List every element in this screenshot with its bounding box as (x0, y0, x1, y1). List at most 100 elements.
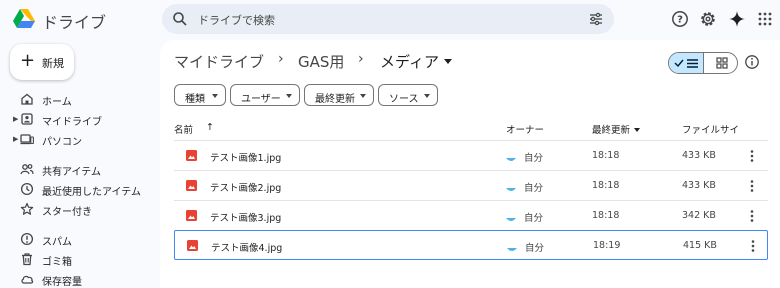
sidebar-item-computers[interactable]: ▶ パソコン (0, 130, 160, 150)
sidebar-item-label: 保存容量 (42, 277, 82, 288)
shared-icon (20, 164, 34, 175)
list-view-button[interactable] (669, 53, 704, 73)
column-header-owner[interactable]: オーナー (506, 122, 544, 136)
sidebar-item-spam[interactable]: スパム (0, 230, 160, 250)
sidebar-item-label: ゴミ箱 (42, 257, 72, 268)
plus-icon: + (20, 50, 36, 71)
settings-icon[interactable] (699, 10, 717, 28)
breadcrumb-item-gas[interactable]: GAS用 (298, 51, 344, 72)
sidebar-item-my-drive[interactable]: ▶ マイドライブ (0, 110, 160, 130)
filter-chip-label: ユーザー (241, 94, 281, 105)
filter-chip-label: 種類 (185, 94, 205, 105)
owner-avatar-icon (507, 248, 517, 251)
list-view-check-icon (674, 59, 698, 68)
more-actions-icon[interactable] (746, 149, 758, 163)
search-input[interactable]: ドライブで検索 (198, 12, 275, 28)
cloud-icon (21, 275, 34, 284)
sort-arrow-icon[interactable]: ↑ (206, 122, 214, 133)
sidebar-item-starred[interactable]: スター付き (0, 200, 160, 220)
file-modified: 18:18 (592, 150, 620, 161)
chevron-down-icon (212, 94, 218, 98)
grid-view-icon (716, 57, 728, 69)
drive-logo-icon[interactable] (12, 7, 36, 31)
column-header-modified-label: 最終更新 (592, 125, 631, 136)
expand-arrow-icon[interactable]: ▶ (13, 115, 18, 123)
new-button-label: 新規 (42, 57, 64, 70)
info-icon[interactable] (744, 54, 760, 70)
top-bar: ドライブ ドライブで検索 ? (0, 0, 780, 40)
table-row[interactable]: テスト画像2.jpg 自分 18:18 433 KB (174, 170, 768, 200)
sidebar-item-label: パソコン (42, 137, 82, 148)
sidebar-item-trash[interactable]: ゴミ箱 (0, 250, 160, 270)
search-icon[interactable] (172, 11, 188, 27)
spam-icon (20, 232, 34, 246)
file-size: 433 KB (682, 150, 716, 161)
table-row-selected[interactable]: テスト画像4.jpg 自分 18:19 415 KB (174, 230, 768, 260)
filter-chip-label: ソース (389, 94, 419, 105)
gemini-sparkle-icon[interactable] (728, 10, 746, 28)
app-title[interactable]: ドライブ (42, 9, 106, 33)
owner-avatar-icon (506, 158, 516, 161)
sidebar-item-home[interactable]: ホーム (0, 90, 160, 110)
sidebar-item-label: 共有アイテム (42, 167, 101, 178)
file-modified: 18:19 (593, 240, 621, 251)
owner-avatar-icon (506, 188, 516, 191)
clock-icon (20, 182, 34, 196)
file-owner: 自分 (524, 213, 544, 224)
filter-chip-label: 最終更新 (315, 94, 355, 105)
chevron-down-icon (424, 94, 430, 98)
image-file-icon (186, 180, 197, 191)
file-owner: 自分 (524, 183, 544, 194)
main-panel: マイドライブ › GAS用 › メディア 種類 ユーザー 最終更新 ソース 名前… (160, 40, 780, 288)
sidebar-item-recent[interactable]: 最近使用したアイテム (0, 180, 160, 200)
file-size: 433 KB (682, 180, 716, 191)
search-options-icon[interactable] (588, 11, 604, 27)
sidebar-item-shared[interactable]: 共有アイテム (0, 160, 160, 180)
file-size: 415 KB (683, 240, 717, 251)
file-size: 342 KB (682, 210, 716, 221)
home-icon (21, 93, 33, 105)
help-icon[interactable]: ? (671, 10, 689, 28)
view-toggle (668, 52, 738, 74)
file-name: テスト画像3.jpg (210, 213, 282, 224)
column-header-modified[interactable]: 最終更新 (592, 122, 641, 136)
file-owner: 自分 (525, 243, 545, 254)
chevron-down-icon (443, 59, 452, 64)
table-row[interactable]: テスト画像3.jpg 自分 18:18 342 KB (174, 200, 768, 230)
filter-source-chip[interactable]: ソース (378, 84, 438, 106)
breadcrumb-current-label: メディア (380, 53, 439, 71)
filter-modified-chip[interactable]: 最終更新 (304, 84, 374, 106)
breadcrumb-item-my-drive[interactable]: マイドライブ (174, 51, 264, 72)
sidebar-item-label: 最近使用したアイテム (42, 187, 141, 198)
sidebar-item-label: スパム (42, 237, 72, 248)
new-button[interactable]: + 新規 (10, 44, 74, 80)
trash-icon (22, 253, 32, 266)
table-row[interactable]: テスト画像1.jpg 自分 18:18 433 KB (174, 140, 768, 170)
apps-grid-icon[interactable] (756, 10, 774, 28)
column-header-name[interactable]: 名前 (174, 122, 193, 136)
svg-text:?: ? (677, 15, 683, 26)
filter-type-chip[interactable]: 種類 (174, 84, 226, 106)
image-file-icon (186, 150, 197, 161)
image-file-icon (186, 210, 197, 221)
my-drive-icon (21, 113, 33, 125)
search-bar[interactable]: ドライブで検索 (162, 4, 614, 34)
breadcrumb-current-folder[interactable]: メディア (380, 51, 452, 72)
chevron-down-icon (286, 94, 292, 98)
more-actions-icon[interactable] (746, 209, 758, 223)
expand-arrow-icon[interactable]: ▶ (13, 135, 18, 143)
column-header-size[interactable]: ファイルサイ (682, 122, 739, 136)
star-icon (20, 202, 34, 215)
sidebar-item-label: マイドライブ (42, 117, 102, 128)
file-name: テスト画像1.jpg (210, 153, 282, 164)
more-actions-icon[interactable] (746, 179, 758, 193)
file-name: テスト画像2.jpg (210, 183, 282, 194)
owner-avatar-icon (506, 218, 516, 221)
more-actions-icon[interactable] (747, 239, 759, 253)
sidebar-item-label: スター付き (42, 207, 92, 218)
sidebar-item-storage[interactable]: 保存容量 (0, 270, 160, 288)
file-owner: 自分 (524, 153, 544, 164)
chevron-down-icon (360, 94, 366, 98)
filter-people-chip[interactable]: ユーザー (230, 84, 300, 106)
grid-view-button[interactable] (704, 53, 737, 73)
